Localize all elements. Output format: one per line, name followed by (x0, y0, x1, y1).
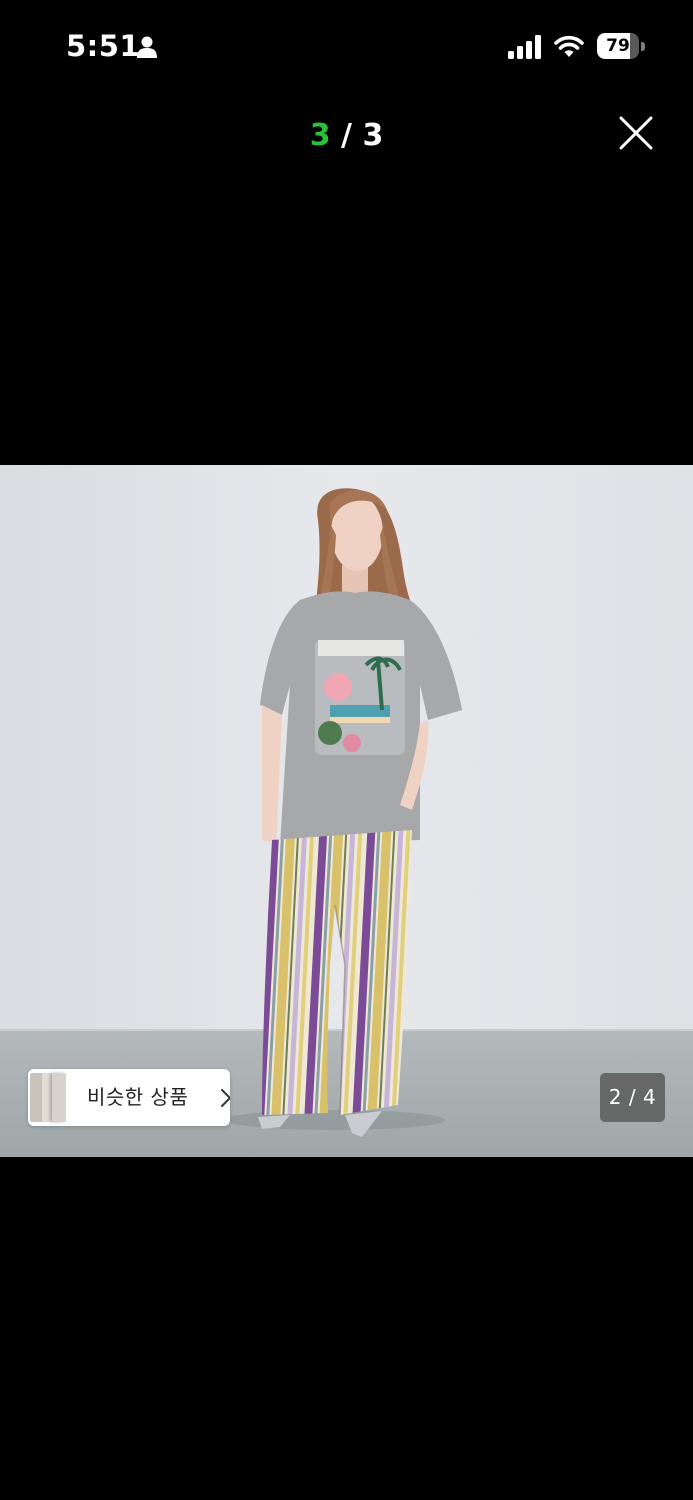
cellular-signal-icon (508, 35, 541, 59)
person-icon (137, 36, 157, 58)
similar-products-thumbnails (28, 1069, 68, 1126)
product-photo-illustration (0, 465, 693, 1157)
battery-icon: 79 (597, 33, 647, 59)
battery-body: 79 (597, 33, 639, 59)
image-counter: 3 / 3 (0, 116, 693, 156)
battery-level: 79 (606, 36, 630, 56)
similar-products-button[interactable]: 비슷한 상품 (28, 1069, 230, 1126)
similar-product-thumbnail (52, 1073, 66, 1122)
close-icon[interactable] (614, 111, 658, 155)
battery-cap (641, 42, 645, 51)
counter-total: 3 (362, 118, 384, 153)
status-time: 5:51 (66, 29, 141, 63)
similar-products-label: 비슷한 상품 (87, 1085, 189, 1109)
product-photo[interactable]: 비슷한 상품 2 / 4 (0, 465, 693, 1157)
chevron-right-icon (221, 1089, 230, 1107)
wifi-icon (554, 35, 584, 57)
counter-separator: / (341, 118, 352, 153)
status-bar: 5:51 79 (0, 0, 693, 90)
counter-current: 3 (309, 118, 331, 153)
photo-page-indicator: 2 / 4 (600, 1073, 665, 1122)
